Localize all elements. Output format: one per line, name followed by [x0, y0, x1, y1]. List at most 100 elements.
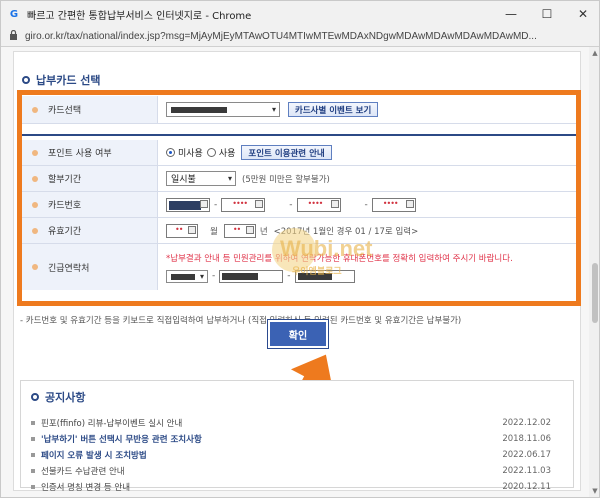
notice-list: 핀포(ffinfo) 리뷰-납부이벤트 실시 안내 2022.12.02 '납부…: [31, 415, 551, 495]
list-item[interactable]: 인증서 명칭 변경 등 안내 2020.12.11: [31, 479, 551, 495]
card-select-dropdown[interactable]: ▾: [166, 102, 280, 117]
radio-no-point-label: 미사용: [178, 149, 203, 159]
window-controls: — ☐ ✕: [493, 1, 599, 27]
month-label: 월: [210, 226, 218, 237]
notice-item-title[interactable]: '납부하기' 버튼 선택시 무반응 관련 조치사항: [41, 433, 202, 445]
phone-prefix-select[interactable]: ▾: [166, 269, 208, 283]
phone-last-field[interactable]: [294, 269, 355, 283]
installment-select[interactable]: 일시불 ▾: [166, 171, 236, 186]
masked-digits: ••••: [307, 198, 324, 208]
separator: -: [364, 199, 368, 210]
notice-item-date: 2020.12.11: [502, 482, 551, 492]
card-number-field-2[interactable]: ••••: [221, 197, 266, 212]
card-number-field-4[interactable]: ••••: [371, 197, 416, 212]
emergency-contact-label: 긴급연락처: [48, 263, 90, 274]
minimize-icon[interactable]: —: [493, 1, 529, 27]
notice-item-date: 2022.06.17: [502, 450, 551, 460]
separator: -: [287, 271, 291, 281]
row-value: - •••• - •••• - ••••: [158, 192, 576, 217]
keyboard-icon[interactable]: [405, 199, 414, 208]
masked-digits: ••: [175, 224, 184, 234]
square-bullet-icon: [31, 421, 35, 425]
notice-item-date: 2022.12.02: [502, 418, 551, 428]
expiry-month-field[interactable]: ••: [166, 223, 198, 238]
square-bullet-icon: [31, 437, 35, 441]
masked-value: [169, 200, 201, 210]
redacted-value: [222, 272, 259, 280]
installment-label: 할부기간: [48, 175, 82, 185]
separator: -: [212, 271, 216, 281]
row-value: *납부결과 안내 등 민원관리를 위하여 연락가능한 휴대폰번호를 정확히 입력…: [158, 244, 576, 290]
notice-item-date: 2022.11.03: [502, 466, 551, 476]
notice-box: 공지사항 핀포(ffinfo) 리뷰-납부이벤트 실시 안내 2022.12.0…: [20, 380, 574, 493]
row-point: 포인트 사용 여부 미사용 사용 포인트 이용관련 안내: [22, 140, 576, 166]
card-event-button[interactable]: 카드사별 이벤트 보기: [288, 102, 379, 117]
row-value: •• 월 •• 년 <2017년 1월인 경우 01 / 17로 입력>: [158, 218, 576, 243]
point-info-button[interactable]: 포인트 이용관련 안내: [241, 145, 332, 160]
notice-item-title[interactable]: 인증서 명칭 변경 등 안내: [41, 481, 130, 493]
row-installment: 할부기간 일시불 ▾ (5만원 미만은 할부불가): [22, 166, 576, 192]
footnote: - 카드번호 및 유효기간 등을 키보드로 직접입력하여 납부하거나 (직접 입…: [20, 316, 462, 326]
section-title-text: 납부카드 선택: [36, 74, 101, 87]
divider: [22, 134, 576, 136]
scroll-down-icon[interactable]: ▼: [590, 487, 599, 497]
notice-item-title[interactable]: 핀포(ffinfo) 리뷰-납부이벤트 실시 안내: [41, 417, 182, 429]
keyboard-icon[interactable]: [330, 199, 339, 208]
row-emergency-contact: 긴급연락처 *납부결과 안내 등 민원관리를 위하여 연락가능한 휴대폰번호를 …: [22, 244, 576, 290]
row-value: 미사용 사용 포인트 이용관련 안내: [158, 140, 576, 165]
redacted-value: [297, 272, 332, 280]
masked-digits: ••••: [382, 198, 399, 208]
row-label: 포인트 사용 여부: [22, 140, 158, 165]
scroll-up-icon[interactable]: ▲: [590, 49, 599, 59]
vertical-scrollbar[interactable]: ▲ ▼: [589, 47, 599, 497]
phone-middle-field[interactable]: [219, 269, 284, 283]
address-bar[interactable]: giro.or.kr/tax/national/index.jsp?msg=Mj…: [1, 27, 599, 47]
bullet-dot-icon: [32, 201, 38, 208]
circle-bullet-icon: [31, 393, 39, 401]
expiry-year-field[interactable]: ••: [223, 223, 256, 238]
lock-icon[interactable]: [9, 29, 21, 43]
scrollbar-thumb[interactable]: [592, 263, 598, 323]
separator: -: [289, 199, 293, 210]
expiry-note: <2017년 1월인 경우 01 / 17로 입력>: [273, 226, 419, 237]
notice-item-title[interactable]: 선불카드 수납관련 안내: [41, 465, 125, 477]
installment-note: (5만원 미만은 할부불가): [242, 174, 330, 185]
section-title: 납부카드 선택: [22, 72, 101, 88]
chrome-app-icon: G: [9, 8, 19, 20]
notice-item-date: 2018.11.06: [502, 434, 551, 444]
notice-title-text: 공지사항: [45, 391, 86, 404]
keyboard-icon[interactable]: [255, 199, 264, 208]
close-icon[interactable]: ✕: [565, 1, 599, 27]
bullet-dot-icon: [32, 106, 38, 113]
row-value: 일시불 ▾ (5만원 미만은 할부불가): [158, 166, 576, 191]
bullet-dot-icon: [32, 264, 38, 270]
card-number-field-3[interactable]: ••••: [296, 197, 341, 212]
keyboard-icon[interactable]: [200, 199, 208, 208]
radio-no-point[interactable]: [166, 148, 175, 157]
list-item[interactable]: 핀포(ffinfo) 리뷰-납부이벤트 실시 안내 2022.12.02: [31, 415, 551, 431]
list-item[interactable]: '납부하기' 버튼 선택시 무반응 관련 조치사항 2018.11.06: [31, 431, 551, 447]
list-item[interactable]: 선불카드 수납관련 안내 2022.11.03: [31, 463, 551, 479]
bullet-dot-icon: [32, 175, 38, 182]
url-text[interactable]: giro.or.kr/tax/national/index.jsp?msg=Mj…: [25, 31, 595, 42]
square-bullet-icon: [31, 485, 35, 489]
redacted-value: [171, 273, 195, 280]
separator: -: [214, 199, 218, 210]
card-number-field-1[interactable]: [166, 197, 210, 212]
circle-bullet-icon: [22, 76, 30, 84]
maximize-icon[interactable]: ☐: [529, 1, 565, 27]
window-title: 빠르고 간편한 통합납부서비스 인터넷지로 - Chrome: [27, 10, 252, 22]
keyboard-icon[interactable]: [188, 225, 196, 234]
row-label: 긴급연락처: [22, 244, 158, 290]
list-item[interactable]: 페이지 오류 발생 시 조치방법 2022.06.17: [31, 447, 551, 463]
bullet-dot-icon: [32, 149, 38, 156]
card-number-label: 카드번호: [48, 201, 82, 211]
notice-item-title[interactable]: 페이지 오류 발생 시 조치방법: [41, 449, 147, 461]
contact-notice: *납부결과 안내 등 민원관리를 위하여 연락가능한 휴대폰번호를 정확히 입력…: [166, 253, 513, 264]
bullet-dot-icon: [32, 227, 38, 234]
page-content: ▲ ▼ 납부카드 선택 카드선택 ▾ 카드사별 이벤트 보기 포인트 사용 여부…: [1, 47, 599, 497]
point-label: 포인트 사용 여부: [48, 149, 112, 159]
keyboard-icon[interactable]: [245, 225, 254, 234]
browser-window: G 빠르고 간편한 통합납부서비스 인터넷지로 - Chrome — ☐ ✕ g…: [0, 0, 600, 498]
radio-use-point[interactable]: [206, 148, 216, 157]
